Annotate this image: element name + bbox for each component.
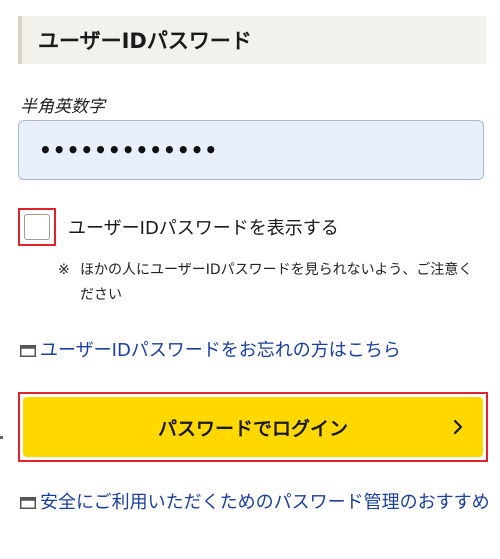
login-button-highlight: パスワードでログイン <box>18 392 488 462</box>
note-mark: ※ <box>58 262 70 278</box>
login-button-label: パスワードでログイン <box>157 417 348 440</box>
password-input[interactable]: ••••••••••••• <box>18 120 484 180</box>
checkbox-highlight <box>18 208 56 246</box>
password-guide-link[interactable]: 安全にご利用いただくためのパスワード管理のおすすめ <box>20 488 490 518</box>
password-login-button[interactable]: パスワードでログイン <box>23 397 483 457</box>
password-field-label: 半角英数字 <box>20 97 105 117</box>
show-password-row[interactable]: ユーザーIDパスワードを表示する <box>18 208 339 246</box>
note-text: ほかの人にユーザーIDパスワードを見られないよう、ご注意ください <box>80 262 473 303</box>
show-password-label[interactable]: ユーザーIDパスワードを表示する <box>68 214 339 240</box>
window-icon <box>20 497 36 509</box>
section-title: ユーザーIDパスワード <box>18 16 486 64</box>
chevron-right-icon <box>453 419 463 435</box>
forgot-password-link-text[interactable]: ユーザーIDパスワードをお忘れの方はこちら <box>40 336 401 366</box>
security-note: ※ ほかの人にユーザーIDパスワードを見られないよう、ご注意ください <box>58 258 478 308</box>
password-guide-link-text[interactable]: 安全にご利用いただくためのパスワード管理のおすすめ <box>40 488 490 518</box>
forgot-password-link[interactable]: ユーザーIDパスワードをお忘れの方はこちら <box>20 336 401 366</box>
edge-mark <box>0 436 3 439</box>
show-password-checkbox[interactable] <box>24 214 50 240</box>
window-icon <box>20 345 36 357</box>
